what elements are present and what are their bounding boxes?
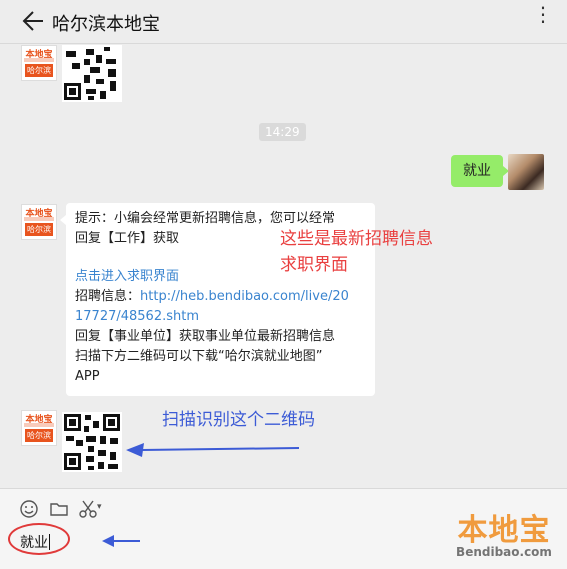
avatar-logo-stripe	[24, 58, 54, 62]
chat-title: 哈尔滨本地宝	[52, 14, 160, 35]
watermark-logo-text: 本地宝	[457, 513, 551, 548]
chat-history[interactable]: 本地宝 哈尔滨 14:29 就业 本地宝 哈尔滨 提示：小编会经常更新招聘信息，…	[0, 45, 567, 488]
scissors-dropdown-arrow-icon[interactable]: ▾	[97, 502, 102, 512]
user-message-bubble[interactable]: 就业	[451, 155, 509, 187]
recruitment-url-link-continued[interactable]: 17727/48562.shtm	[75, 307, 366, 327]
official-account-avatar[interactable]: 本地宝 哈尔滨	[21, 204, 57, 240]
back-arrow-icon[interactable]	[22, 9, 44, 33]
folder-icon[interactable]	[49, 499, 69, 519]
message-line: 扫描下方二维码可以下载“哈尔滨就业地图”	[75, 349, 323, 364]
red-annotation-line2: 求职界面	[280, 255, 348, 275]
blue-arrow-icon	[126, 443, 300, 457]
message-timestamp: 14:29	[259, 123, 306, 141]
red-annotation-line1: 这些是最新招聘信息	[280, 229, 433, 249]
recruitment-info-line: 招聘信息：http://heb.bendibao.com/live/20	[75, 287, 366, 307]
emoji-icon[interactable]	[19, 499, 39, 519]
message-line: 提示：小编会经常更新招聘信息，您可以经常	[75, 211, 336, 226]
avatar-city-label: 哈尔滨	[25, 64, 53, 77]
avatar-logo-stripe	[24, 217, 54, 221]
avatar-logo-stripe	[24, 423, 54, 427]
message-line: 回复【事业单位】获取事业单位最新招聘信息	[75, 329, 336, 344]
blue-arrow-small-icon	[102, 535, 140, 547]
avatar-city-label: 哈尔滨	[25, 429, 53, 442]
qr-code-image[interactable]	[62, 45, 122, 102]
chat-header: 哈尔滨本地宝 ⋮	[0, 0, 567, 44]
watermark-domain-text: Bendibao.com	[456, 545, 552, 559]
qr-code-image[interactable]	[62, 412, 122, 472]
avatar-city-label: 哈尔滨	[25, 223, 53, 236]
official-account-avatar[interactable]: 本地宝 哈尔滨	[21, 410, 57, 446]
red-circle-highlight	[8, 523, 70, 555]
recruitment-url-link[interactable]: http://heb.bendibao.com/live/20	[140, 289, 349, 304]
message-line: APP	[75, 369, 100, 384]
user-avatar[interactable]	[508, 154, 544, 190]
scissors-icon[interactable]	[78, 499, 98, 519]
more-options-icon[interactable]: ⋮	[533, 4, 553, 24]
official-account-avatar[interactable]: 本地宝 哈尔滨	[21, 45, 57, 81]
qr-code-pattern-icon	[62, 412, 122, 472]
qr-code-pattern-icon	[62, 45, 122, 102]
recruitment-info-label: 招聘信息：	[75, 289, 141, 304]
bendibao-watermark: 本地宝 Bendibao.com	[454, 505, 554, 563]
blue-annotation-text: 扫描识别这个二维码	[162, 410, 315, 430]
